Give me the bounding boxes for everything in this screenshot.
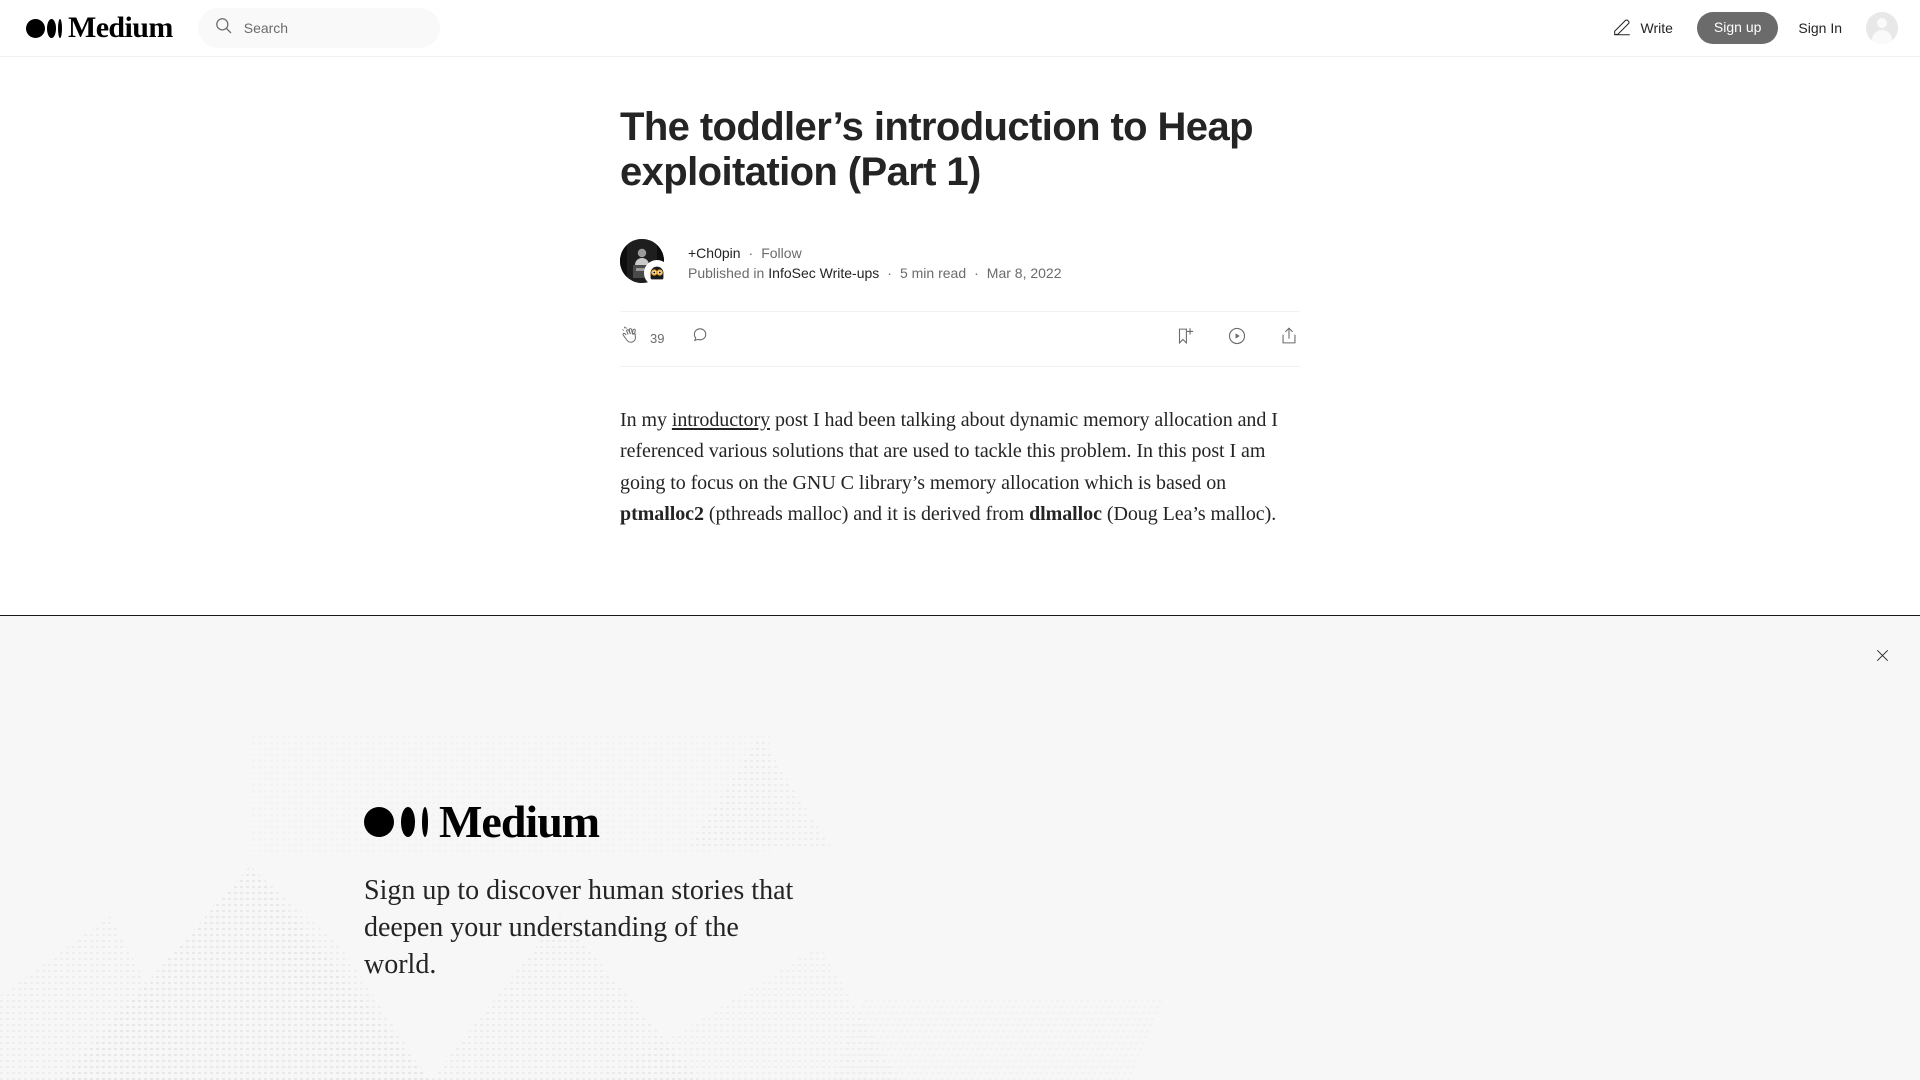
introductory-link[interactable]: introductory	[672, 409, 770, 431]
signup-button[interactable]: Sign up	[1696, 11, 1779, 45]
byline-separator-3: ·	[974, 264, 979, 281]
published-in-label: Published in	[688, 264, 765, 281]
site-header: Medium Write Sign up Sign In	[0, 0, 1920, 57]
write-button[interactable]: Write	[1603, 10, 1681, 47]
pencil-write-icon	[1611, 16, 1633, 41]
comment-bubble-icon[interactable]	[690, 326, 711, 352]
article-paragraph: In my introductory post I had been talki…	[620, 405, 1300, 531]
article-title: The toddler’s introduction to Heap explo…	[620, 105, 1254, 194]
bookmark-add-icon[interactable]	[1174, 325, 1196, 352]
publication-link[interactable]: InfoSec Write-ups	[768, 265, 879, 281]
para-text-3: (pthreads malloc) and it is derived from	[703, 503, 1030, 526]
avatar-group[interactable]	[620, 238, 676, 287]
signup-banner: Medium Sign up to discover human stories…	[0, 615, 1920, 1080]
author-name[interactable]: +Ch0pin	[688, 245, 741, 261]
article-action-bar: 39	[620, 310, 1300, 367]
ptmalloc2-bold: ptmalloc2	[620, 503, 704, 526]
dlmalloc-bold: dlmalloc	[1029, 503, 1102, 526]
article-byline: +Ch0pin · Follow Published in InfoSec Wr…	[620, 238, 1300, 287]
search-icon	[214, 16, 233, 40]
byline-separator-2: ·	[887, 264, 892, 281]
write-label: Write	[1640, 20, 1673, 36]
byline-separator: ·	[748, 244, 754, 261]
medium-logo-icon	[26, 18, 62, 38]
play-listen-icon[interactable]	[1226, 325, 1248, 352]
medium-brand-link[interactable]: Medium	[26, 13, 173, 43]
byline-line-1: +Ch0pin · Follow	[688, 245, 1062, 261]
search-box[interactable]	[197, 8, 440, 48]
article-main: The toddler’s introduction to Heap explo…	[0, 57, 1920, 531]
banner-logo-text: Medium	[439, 796, 600, 847]
brand-wordmark: Medium	[68, 11, 173, 44]
read-time: 5 min read	[899, 264, 967, 281]
search-input[interactable]	[243, 20, 425, 36]
share-upload-icon[interactable]	[1278, 325, 1300, 352]
banner-intro: Medium Sign up to discover human stories…	[364, 799, 804, 984]
para-text-4: (Doug Lea’s malloc).	[1101, 503, 1277, 526]
clap-count: 39	[650, 331, 665, 347]
publish-date: Mar 8, 2022	[986, 264, 1062, 281]
banner-headline: Sign up to discover human stories that d…	[364, 875, 794, 980]
medium-logo-icon: Medium	[364, 799, 804, 845]
infosec-writeups-owl-badge[interactable]	[644, 259, 670, 286]
signin-button[interactable]: Sign In	[1784, 12, 1856, 44]
header-actions: Write Sign up Sign In	[1603, 10, 1898, 47]
para-text-1: In my	[620, 408, 672, 431]
follow-link[interactable]: Follow	[761, 245, 801, 261]
clap-button[interactable]: 39	[620, 325, 664, 352]
byline-line-2: Published in InfoSec Write-ups · 5 min r…	[688, 265, 1062, 281]
user-avatar-icon[interactable]	[1866, 12, 1898, 44]
clap-icon	[620, 325, 642, 352]
